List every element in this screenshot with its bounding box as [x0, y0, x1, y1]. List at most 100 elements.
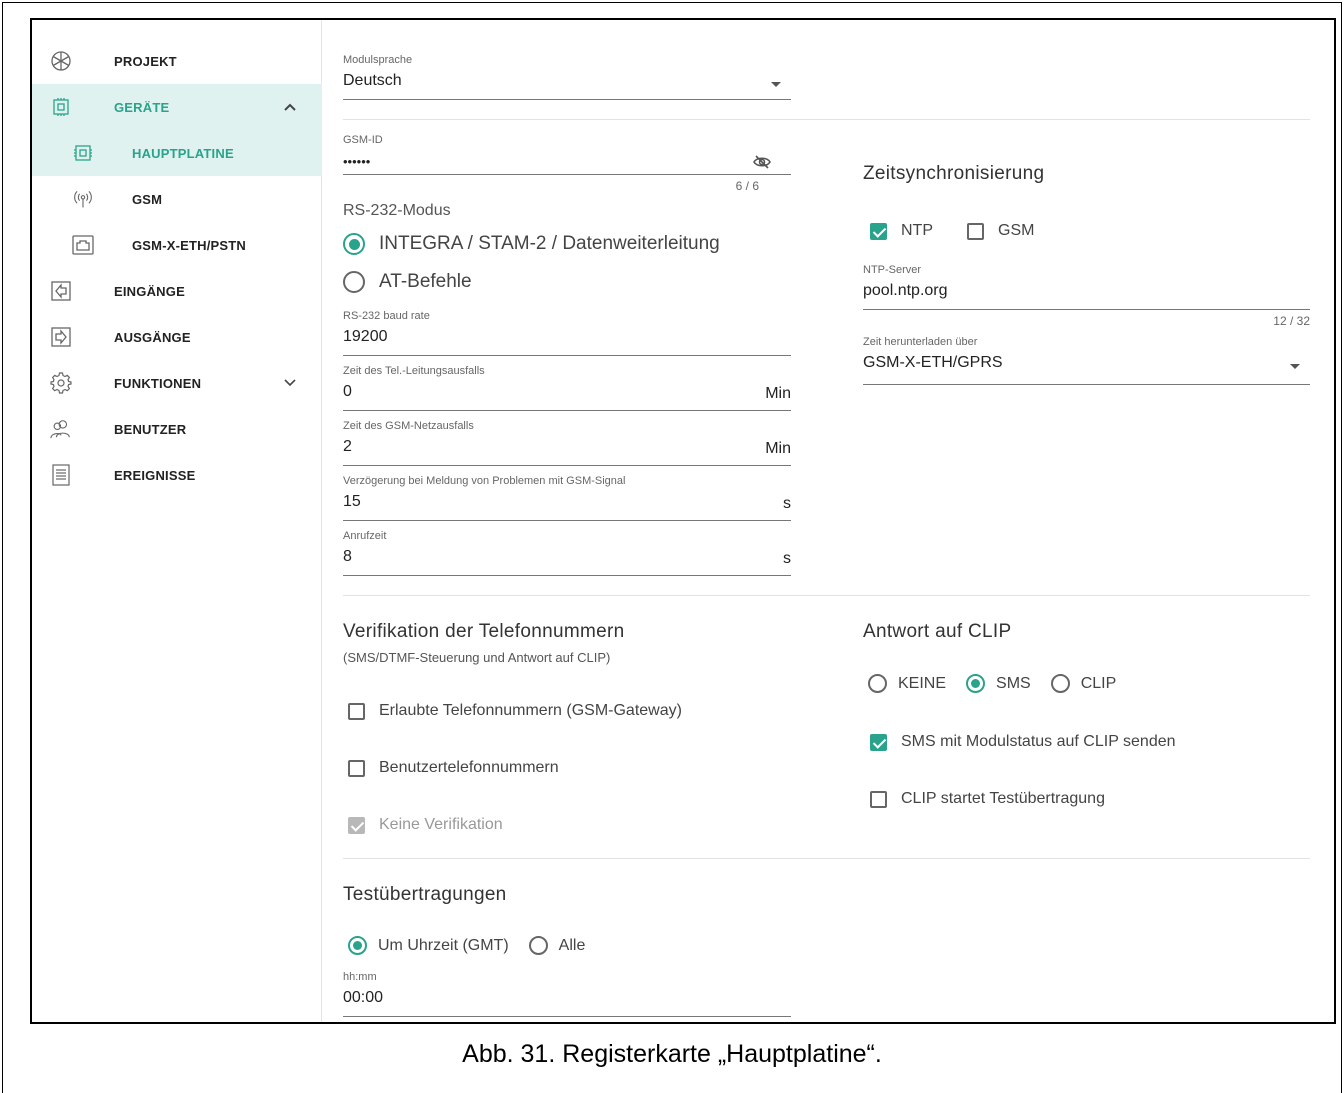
antenna-icon — [72, 188, 94, 210]
field-value: Deutsch — [343, 72, 402, 89]
gsm-checkbox[interactable] — [967, 222, 984, 240]
no-verification-checkbox — [348, 816, 365, 834]
radio-selected[interactable] — [343, 233, 365, 255]
sidebar-item-funktionen[interactable]: FUNKTIONEN — [32, 360, 322, 406]
verification-subtitle: (SMS/DTMF-Steuerung und Antwort auf CLIP… — [343, 650, 611, 665]
field-underline — [343, 575, 791, 576]
unit-suffix: Min — [765, 385, 791, 402]
send-status-row[interactable]: SMS mit Modulstatus auf CLIP senden — [870, 733, 1210, 751]
field-underline — [343, 465, 791, 466]
gsm-id-field[interactable]: GSM-ID •••••• 6 / 6 — [343, 134, 791, 194]
dropdown-arrow-icon — [771, 82, 781, 87]
allowed-numbers-checkbox[interactable] — [348, 702, 365, 720]
allowed-numbers-row[interactable]: Erlaubte Telefonnummern (GSM-Gateway) — [348, 702, 716, 720]
sidebar-item-label: EINGÄNGE — [114, 283, 185, 299]
field-label: Verzögerung bei Meldung von Problemen mi… — [343, 475, 626, 487]
radio-label: SMS — [996, 674, 1031, 692]
field-value: 2 — [343, 438, 352, 455]
sidebar-item-eingaenge[interactable]: EINGÄNGE — [32, 268, 322, 314]
radio-sms[interactable] — [966, 674, 986, 693]
call-time-field[interactable]: Anrufzeit 8 s — [343, 530, 791, 578]
field-underline — [343, 355, 791, 356]
sidebar-item-label: AUSGÄNGE — [114, 329, 191, 345]
chevron-up-icon[interactable] — [282, 99, 298, 115]
verification-title: Verifikation der Telefonnummern — [343, 621, 625, 642]
sidebar: PROJEKT GERÄTE HAUPTPLATINE GSM GSM-X-ET… — [32, 20, 322, 1022]
field-underline — [343, 1016, 791, 1017]
time-download-select[interactable]: Zeit herunterladen über GSM-X-ETH/GPRS — [863, 336, 1310, 385]
sidebar-item-ausgaenge[interactable]: AUSGÄNGE — [32, 314, 322, 360]
field-value: 00:00 — [343, 989, 384, 1006]
app-screenshot: PROJEKT GERÄTE HAUPTPLATINE GSM GSM-X-ET… — [30, 18, 1336, 1024]
baud-rate-field[interactable]: RS-232 baud rate 19200 — [343, 310, 791, 358]
sidebar-item-ereignisse[interactable]: EREIGNISSE — [32, 452, 322, 498]
gsm-failure-field[interactable]: Zeit des GSM-Netzausfalls 2 Min — [343, 420, 791, 468]
snowflake-icon — [50, 50, 72, 72]
test-transmission-row[interactable]: CLIP startet Testübertragung — [870, 790, 1139, 808]
field-underline — [863, 309, 1310, 310]
ntp-server-field[interactable]: NTP-Server pool.ntp.org 12 / 32 — [863, 264, 1310, 328]
field-value: 8 — [343, 548, 352, 565]
rs232-option-at[interactable]: AT-Befehle — [343, 271, 492, 293]
ntp-checkbox-row[interactable]: NTP GSM — [870, 222, 1068, 240]
radio-label: INTEGRA / STAM-2 / Datenweiterleitung — [379, 233, 720, 254]
rs232-option-integra[interactable]: INTEGRA / STAM-2 / Datenweiterleitung — [343, 233, 740, 255]
field-underline — [343, 410, 791, 411]
field-value: GSM-X-ETH/GPRS — [863, 354, 1003, 371]
checkbox-label: NTP — [901, 222, 933, 239]
radio-um-uhrzeit[interactable] — [348, 936, 367, 955]
sidebar-item-label: GSM — [132, 191, 163, 207]
field-value: •••••• — [343, 154, 371, 169]
checkbox-label: SMS mit Modulstatus auf CLIP senden — [901, 733, 1176, 750]
field-label: Zeit des GSM-Netzausfalls — [343, 420, 474, 432]
no-verification-row: Keine Verifikation — [348, 816, 537, 834]
sidebar-item-label: EREIGNISSE — [114, 467, 196, 483]
user-numbers-row[interactable]: Benutzertelefonnummern — [348, 759, 593, 777]
field-value: pool.ntp.org — [863, 282, 948, 299]
chip-icon — [50, 96, 72, 118]
gear-icon — [50, 372, 72, 394]
field-underline — [343, 174, 791, 175]
clip-response-title: Antwort auf CLIP — [863, 621, 1012, 642]
eye-off-icon[interactable] — [753, 154, 771, 175]
user-numbers-checkbox[interactable] — [348, 759, 365, 777]
main-content: Modulsprache Deutsch GSM-ID •••••• 6 / 6… — [323, 20, 1334, 1022]
gsm-signal-delay-field[interactable]: Verzögerung bei Meldung von Problemen mi… — [343, 475, 791, 523]
radio-keine[interactable] — [868, 674, 887, 693]
checkbox-label: Erlaubte Telefonnummern (GSM-Gateway) — [379, 702, 682, 719]
radio-label: CLIP — [1080, 674, 1117, 692]
ntp-checkbox[interactable] — [870, 222, 887, 240]
field-label: Anrufzeit — [343, 530, 387, 542]
figure-caption: Abb. 31. Registerkarte „Hauptplatine“. — [462, 1040, 882, 1068]
sidebar-item-projekt[interactable]: PROJEKT — [32, 38, 322, 84]
divider — [343, 595, 1310, 596]
test-transmission-checkbox[interactable] — [870, 790, 887, 808]
line-failure-field[interactable]: Zeit des Tel.-Leitungsausfalls 0 Min — [343, 365, 791, 413]
module-language-select[interactable]: Modulsprache Deutsch — [343, 54, 791, 102]
chip-icon — [72, 142, 94, 164]
rs232-mode-label: RS-232-Modus — [343, 202, 451, 219]
sidebar-item-label: HAUPTPLATINE — [132, 145, 234, 161]
field-label: Modulsprache — [343, 54, 413, 66]
test-time-field[interactable]: hh:mm 00:00 — [343, 971, 791, 1019]
field-underline — [863, 384, 1310, 385]
unit-suffix: Min — [765, 440, 791, 457]
dropdown-arrow-icon — [1290, 364, 1300, 369]
time-sync-title: Zeitsynchronisierung — [863, 163, 1045, 184]
radio-clip[interactable] — [1050, 674, 1070, 693]
radio-label: Alle — [558, 936, 586, 954]
clip-response-options: KEINE SMS CLIP — [868, 674, 1136, 693]
users-icon — [50, 418, 72, 440]
sidebar-item-benutzer[interactable]: BENUTZER — [32, 406, 322, 452]
send-status-checkbox[interactable] — [870, 733, 887, 751]
field-value: 0 — [343, 383, 352, 400]
sidebar-item-geraete[interactable]: GERÄTE — [32, 84, 322, 130]
sidebar-item-hauptplatine[interactable]: HAUPTPLATINE — [32, 130, 322, 176]
sidebar-item-label: BENUTZER — [114, 421, 187, 437]
sidebar-item-label: FUNKTIONEN — [114, 375, 202, 391]
radio-unselected[interactable] — [343, 271, 365, 293]
radio-alle[interactable] — [528, 936, 548, 955]
chevron-down-icon[interactable] — [282, 375, 298, 391]
sidebar-item-gsm-x-eth-pstn[interactable]: GSM-X-ETH/PSTN — [32, 222, 322, 268]
sidebar-item-gsm[interactable]: GSM — [32, 176, 322, 222]
